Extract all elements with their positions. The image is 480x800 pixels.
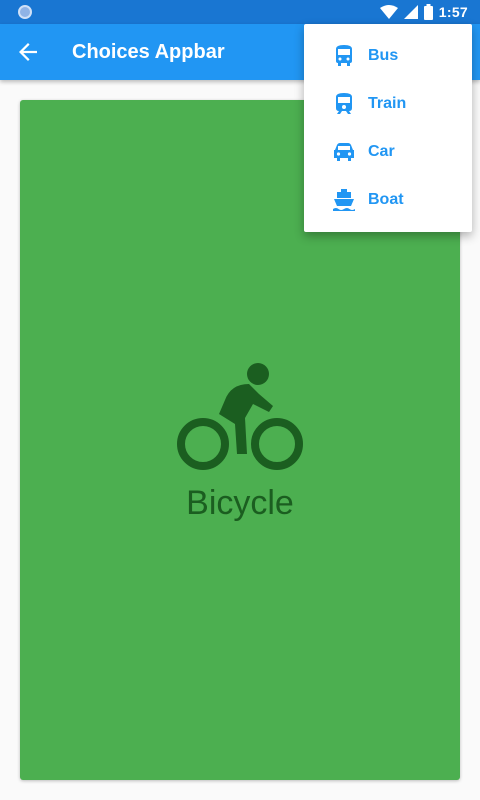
menu-item-label: Boat [368, 191, 404, 208]
status-time: 1:57 [438, 4, 468, 20]
menu-item-label: Train [368, 95, 407, 112]
boat-icon [332, 188, 356, 212]
car-icon [332, 140, 356, 164]
notification-icon [18, 5, 32, 19]
page-title: Choices Appbar [72, 41, 225, 63]
menu-item-label: Bus [368, 47, 399, 64]
menu-item-car[interactable]: Car [304, 128, 472, 176]
overflow-menu: Bus Train Car Boat [304, 24, 472, 232]
back-button[interactable] [12, 36, 44, 68]
arrow-back-icon [19, 43, 37, 61]
status-icons: 1:57 [379, 3, 468, 21]
menu-item-boat[interactable]: Boat [304, 176, 472, 224]
status-bar: 1:57 [0, 0, 480, 24]
menu-item-train[interactable]: Train [304, 80, 472, 128]
signal-icon [403, 5, 418, 19]
menu-item-bus[interactable]: Bus [304, 32, 472, 80]
card-label: Bicycle [186, 484, 294, 522]
wifi-icon [379, 5, 398, 19]
bicycle-icon [177, 363, 303, 470]
train-icon [332, 92, 356, 116]
battery-icon [423, 4, 433, 20]
bus-icon [332, 44, 356, 68]
menu-item-label: Car [368, 143, 395, 160]
